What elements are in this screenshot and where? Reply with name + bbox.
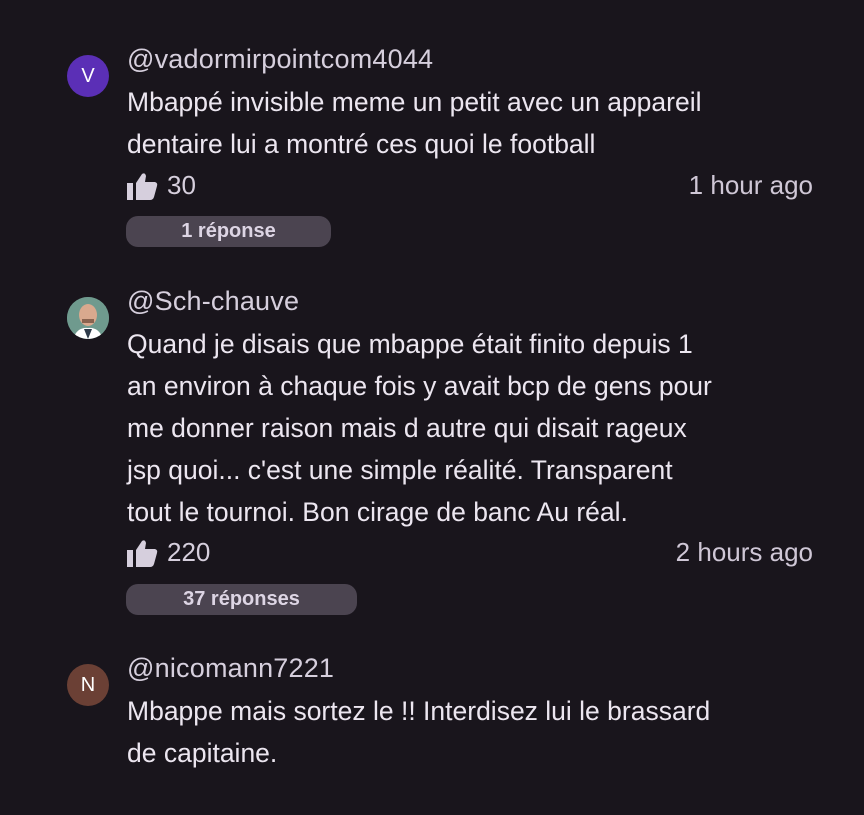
comment-line: dentaire lui a montré ces quoi le footba… xyxy=(127,129,596,159)
avatar-image-icon xyxy=(67,297,109,339)
replies-button[interactable]: 1 réponse xyxy=(126,216,331,247)
avatar-letter: V xyxy=(81,64,95,87)
comment-line: me donner raison mais d autre qui disait… xyxy=(127,413,687,443)
comment-text: Mbappé invisible meme un petit avec un a… xyxy=(127,81,827,165)
thumbs-up-icon xyxy=(127,172,158,200)
replies-button[interactable]: 37 réponses xyxy=(126,584,357,615)
comment-actions: 30 1 hour ago xyxy=(127,170,813,204)
timestamp: 1 hour ago xyxy=(688,170,813,200)
comment-author[interactable]: @Sch-chauve xyxy=(127,286,299,317)
comment-actions: 220 2 hours ago xyxy=(127,537,813,571)
comment-line: Mbappe mais sortez le !! Interdisez lui … xyxy=(127,696,711,726)
avatar-letter: N xyxy=(80,673,96,696)
comment-text: Quand je disais que mbappe était finito … xyxy=(127,323,827,533)
timestamp: 2 hours ago xyxy=(675,537,813,567)
comment-line: tout le tournoi. Bon cirage de banc Au r… xyxy=(127,497,628,527)
comment-text: Mbappe mais sortez le !! Interdisez lui … xyxy=(127,690,827,774)
avatar[interactable]: N xyxy=(67,664,109,706)
comment-line: de capitaine. xyxy=(127,738,278,768)
thumbs-up-icon xyxy=(127,539,158,567)
comment-author[interactable]: @nicomann7221 xyxy=(127,653,334,684)
like-button[interactable]: 220 xyxy=(127,537,210,568)
avatar[interactable]: V xyxy=(67,55,109,97)
comment-line: Quand je disais que mbappe était finito … xyxy=(127,329,693,359)
like-button[interactable]: 30 xyxy=(127,170,196,201)
comment-line: Mbappé invisible meme un petit avec un a… xyxy=(127,87,702,117)
like-count: 30 xyxy=(167,170,196,200)
comment-author[interactable]: @vadormirpointcom4044 xyxy=(127,44,433,75)
comment-line: an environ à chaque fois y avait bcp de … xyxy=(127,371,712,401)
comment-line: jsp quoi... c'est une simple réalité. Tr… xyxy=(127,455,673,485)
like-count: 220 xyxy=(167,537,211,567)
avatar[interactable] xyxy=(67,297,109,339)
